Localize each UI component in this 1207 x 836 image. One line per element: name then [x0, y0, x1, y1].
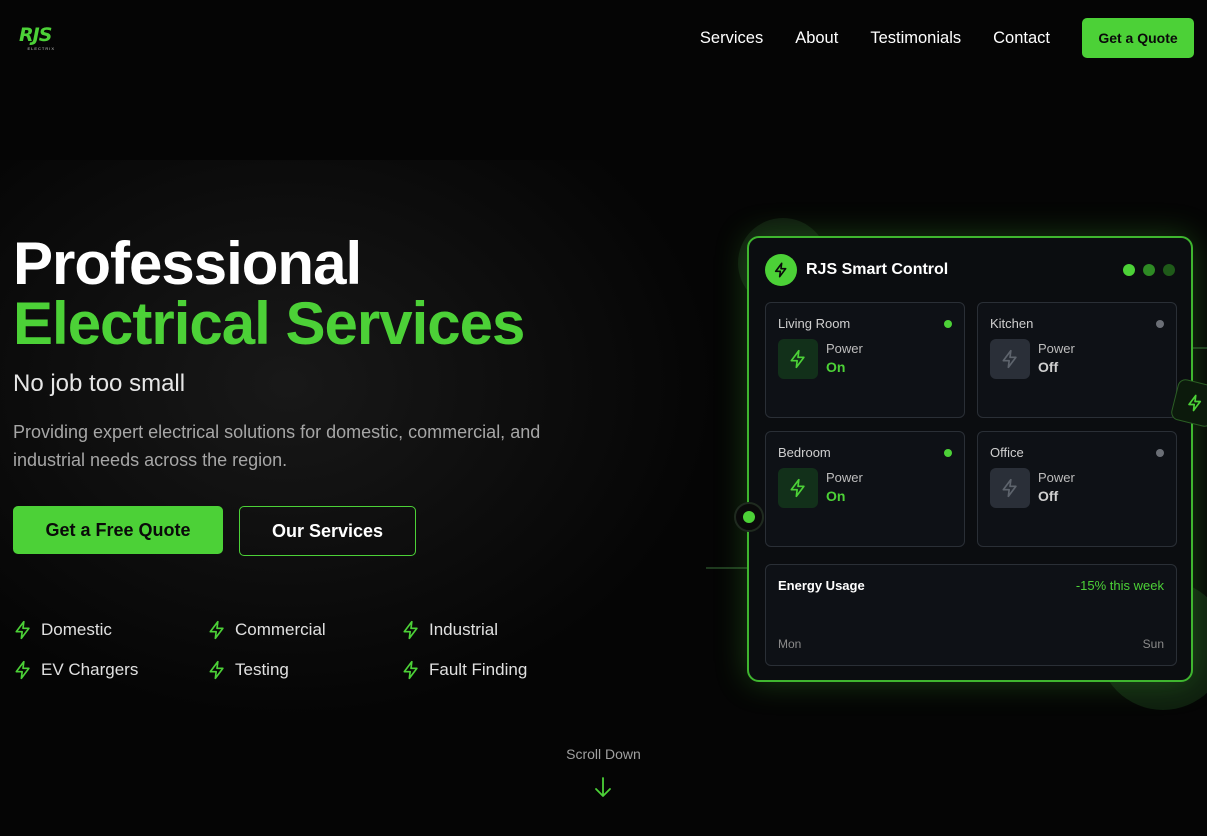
- nav-link-services[interactable]: Services: [700, 29, 763, 48]
- lightning-bolt-icon: [1002, 349, 1017, 369]
- feature-item: EV Chargers: [13, 660, 138, 680]
- power-state: On: [826, 359, 846, 375]
- feature-label: Commercial: [235, 620, 326, 639]
- power-label: Power: [826, 341, 863, 356]
- status-dot: [944, 320, 952, 328]
- feature-label: Fault Finding: [429, 660, 528, 679]
- lightning-bolt-icon: [774, 262, 787, 278]
- hero-tagline: No job too small: [13, 370, 186, 397]
- power-state: On: [826, 488, 846, 504]
- panel-badge: [765, 254, 797, 286]
- feature-label: Domestic: [41, 620, 112, 639]
- feature-item: Commercial: [207, 620, 326, 640]
- window-dots: [1115, 264, 1175, 276]
- panel-header: RJS Smart Control: [765, 254, 948, 286]
- energy-usage-card: Energy Usage -15% this week Mon Sun: [765, 564, 1177, 666]
- get-quote-button[interactable]: Get a Quote: [1082, 18, 1194, 58]
- power-state: Off: [1038, 359, 1059, 375]
- nav-link-contact[interactable]: Contact: [993, 29, 1050, 48]
- dot-3: [1163, 264, 1175, 276]
- nav-link-testimonials[interactable]: Testimonials: [870, 29, 961, 48]
- dot-1: [1123, 264, 1135, 276]
- power-toggle[interactable]: [778, 468, 818, 508]
- hero-title: Professional Electrical Services: [13, 230, 525, 357]
- energy-start-day: Mon: [778, 637, 802, 651]
- lightning-bolt-icon: [209, 660, 224, 680]
- feature-item: Testing: [207, 660, 289, 680]
- room-card-living-room[interactable]: Living Room Power On: [765, 302, 965, 418]
- nav-link-about[interactable]: About: [795, 29, 838, 48]
- logo-subtext: ELECTRIX: [27, 46, 55, 51]
- scroll-down-label[interactable]: Scroll Down: [0, 746, 1207, 762]
- energy-trend: -15% this week: [1075, 578, 1164, 593]
- logo-mark: RJS: [19, 26, 55, 45]
- lightning-bolt-icon: [790, 349, 805, 369]
- energy-title: Energy Usage: [778, 578, 865, 593]
- panel-title: RJS Smart Control: [806, 261, 949, 278]
- our-services-button[interactable]: Our Services: [239, 506, 416, 556]
- hero-description: Providing expert electrical solutions fo…: [13, 422, 541, 470]
- room-name: Office: [990, 445, 1024, 460]
- logo[interactable]: RJS ELECTRIX: [19, 26, 55, 52]
- room-card-kitchen[interactable]: Kitchen Power Off: [977, 302, 1177, 418]
- status-dot: [944, 449, 952, 457]
- lightning-bolt-icon: [15, 620, 30, 640]
- arrow-down-icon[interactable]: [593, 776, 613, 798]
- feature-item: Industrial: [401, 620, 498, 640]
- energy-end-day: Sun: [1142, 637, 1164, 651]
- hero-title-line1: Professional: [13, 230, 362, 297]
- logo-text: RJS: [19, 24, 52, 46]
- floating-dot: [734, 502, 764, 532]
- lightning-bolt-icon: [15, 660, 30, 680]
- lightning-bolt-icon: [790, 478, 805, 498]
- lightning-bolt-icon: [403, 660, 418, 680]
- floating-dot-core: [743, 511, 755, 523]
- power-toggle[interactable]: [778, 339, 818, 379]
- room-card-office[interactable]: Office Power Off: [977, 431, 1177, 547]
- feature-item: Fault Finding: [401, 660, 527, 680]
- lightning-bolt-icon: [1188, 394, 1202, 412]
- feature-label: Industrial: [429, 620, 498, 639]
- feature-label: EV Chargers: [41, 660, 139, 679]
- power-label: Power: [1038, 470, 1075, 485]
- status-dot: [1156, 320, 1164, 328]
- feature-label: Testing: [235, 660, 289, 679]
- free-quote-button[interactable]: Get a Free Quote: [13, 506, 223, 554]
- room-name: Kitchen: [990, 316, 1034, 331]
- lightning-bolt-icon: [209, 620, 224, 640]
- dot-2: [1143, 264, 1155, 276]
- room-name: Living Room: [778, 316, 851, 331]
- power-toggle[interactable]: [990, 339, 1030, 379]
- main-nav: Services About Testimonials Contact Get …: [700, 18, 1194, 58]
- lightning-bolt-icon: [1002, 478, 1017, 498]
- room-name: Bedroom: [778, 445, 831, 460]
- power-state: Off: [1038, 488, 1059, 504]
- hero-title-line2: Electrical Services: [13, 290, 525, 357]
- power-toggle[interactable]: [990, 468, 1030, 508]
- status-dot: [1156, 449, 1164, 457]
- lightning-bolt-icon: [403, 620, 418, 640]
- room-card-bedroom[interactable]: Bedroom Power On: [765, 431, 965, 547]
- smart-control-panel: RJS Smart Control Living Room Power On K…: [747, 236, 1193, 682]
- power-label: Power: [1038, 341, 1075, 356]
- feature-item: Domestic: [13, 620, 112, 640]
- power-label: Power: [826, 470, 863, 485]
